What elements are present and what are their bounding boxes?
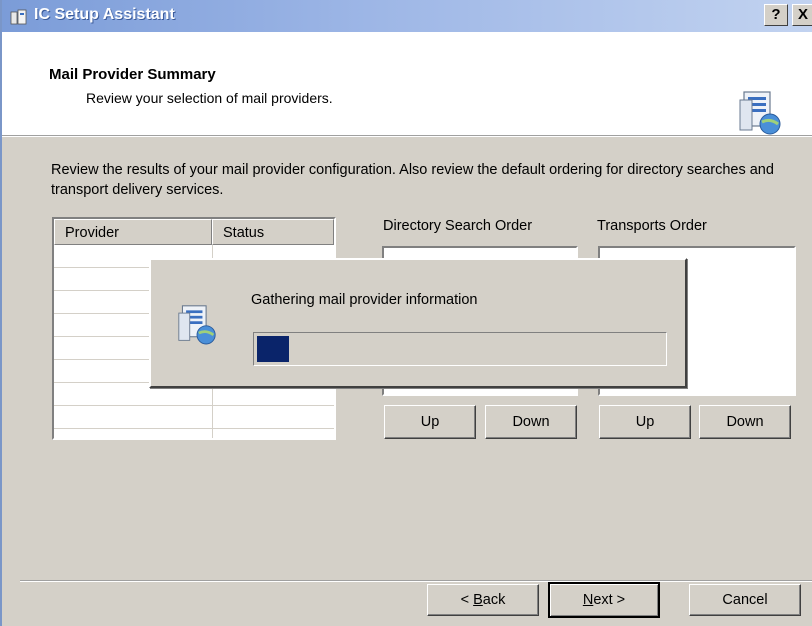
progress-bar (253, 332, 667, 366)
back-button[interactable]: < Back (427, 584, 539, 616)
column-header-status[interactable]: Status (212, 219, 334, 245)
grid-row-line (54, 428, 334, 429)
directory-search-order-label: Directory Search Order (383, 218, 533, 234)
progress-message: Gathering mail provider information (251, 292, 478, 308)
directory-up-button[interactable]: Up (384, 405, 476, 439)
cancel-button[interactable]: Cancel (689, 584, 801, 616)
close-button[interactable]: X (792, 4, 812, 26)
page-subtitle: Review your selection of mail providers. (86, 90, 333, 106)
help-button[interactable]: ? (764, 4, 788, 26)
back-button-accesskey: B (473, 592, 483, 608)
footer-separator (20, 580, 812, 581)
setup-assistant-app-icon (10, 9, 27, 25)
back-button-prefix: < (460, 592, 474, 608)
transports-down-button[interactable]: Down (699, 405, 791, 439)
transports-up-button[interactable]: Up (599, 405, 691, 439)
progress-bar-fill (257, 336, 289, 362)
next-button-accesskey: N (582, 592, 594, 608)
progress-dialog: Gathering mail provider information (149, 258, 687, 388)
mail-provider-icon (178, 305, 216, 345)
grid-row-line (54, 405, 334, 406)
mail-provider-icon (739, 91, 781, 135)
directory-down-button[interactable]: Down (485, 405, 577, 439)
next-button[interactable]: Next > (548, 582, 660, 618)
window-title: IC Setup Assistant (34, 6, 175, 23)
setup-assistant-window: IC Setup Assistant ? X Mail Provider Sum… (0, 0, 812, 626)
description-text: Review the results of your mail provider… (51, 162, 774, 198)
wizard-header: Mail Provider Summary Review your select… (2, 32, 812, 136)
title-bar: IC Setup Assistant ? X (2, 0, 812, 32)
transports-order-label: Transports Order (597, 218, 707, 234)
back-button-rest: ack (482, 592, 506, 608)
column-header-provider[interactable]: Provider (54, 219, 212, 245)
page-title: Mail Provider Summary (49, 66, 216, 83)
next-button-rest: ext > (593, 592, 626, 608)
